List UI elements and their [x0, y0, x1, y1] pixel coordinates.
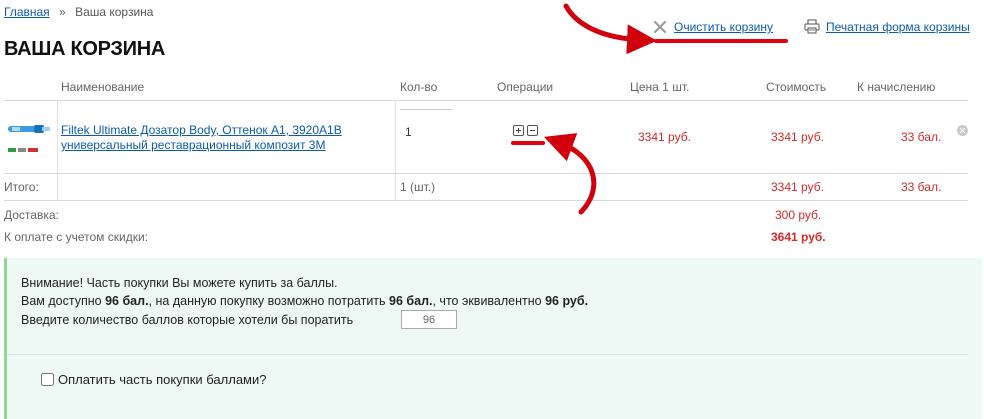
annotation-arrow-clear [563, 3, 657, 55]
annotation-arrows [543, 3, 657, 215]
annotation-arrow-ops [543, 133, 597, 215]
